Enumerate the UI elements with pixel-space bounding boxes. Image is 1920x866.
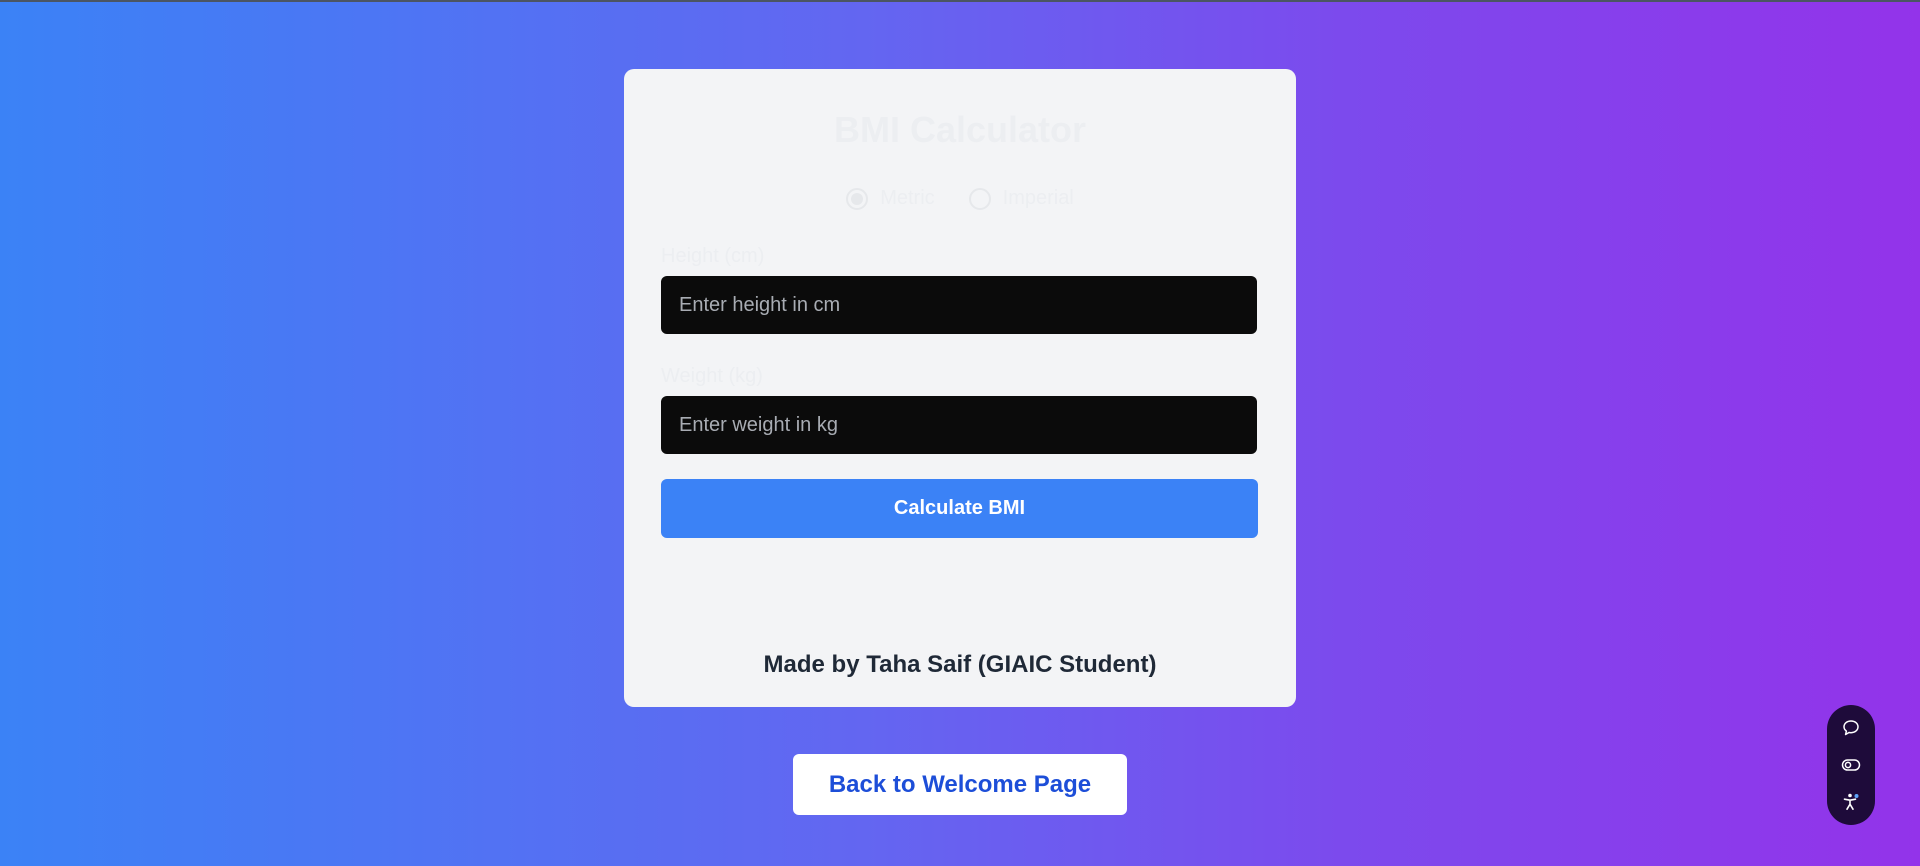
unit-selector: Metric Imperial — [624, 187, 1296, 210]
weight-input[interactable] — [661, 396, 1257, 454]
metric-radio[interactable] — [846, 187, 869, 210]
height-label: Height (cm) — [661, 245, 765, 267]
floating-widget — [1827, 705, 1875, 825]
bmi-card: BMI Calculator Metric Imperial Height (c… — [624, 69, 1296, 707]
toggle-icon[interactable] — [1837, 751, 1865, 779]
metric-label: Metric — [880, 187, 935, 209]
unit-option-imperial[interactable]: Imperial — [968, 187, 1074, 210]
accessibility-icon[interactable] — [1837, 788, 1865, 816]
credit-text: Made by Taha Saif (GIAIC Student) — [763, 651, 1157, 678]
unit-option-metric[interactable]: Metric — [846, 187, 935, 210]
imperial-label: Imperial — [1002, 187, 1074, 209]
imperial-radio[interactable] — [968, 187, 991, 210]
calculate-bmi-button[interactable]: Calculate BMI — [661, 479, 1258, 538]
weight-label: Weight (kg) — [661, 365, 763, 387]
back-to-welcome-button[interactable]: Back to Welcome Page — [793, 754, 1127, 815]
page-title: BMI Calculator — [833, 109, 1087, 150]
radio-selected-dot — [851, 192, 864, 205]
chat-icon[interactable] — [1837, 714, 1865, 742]
height-input[interactable] — [661, 276, 1257, 334]
